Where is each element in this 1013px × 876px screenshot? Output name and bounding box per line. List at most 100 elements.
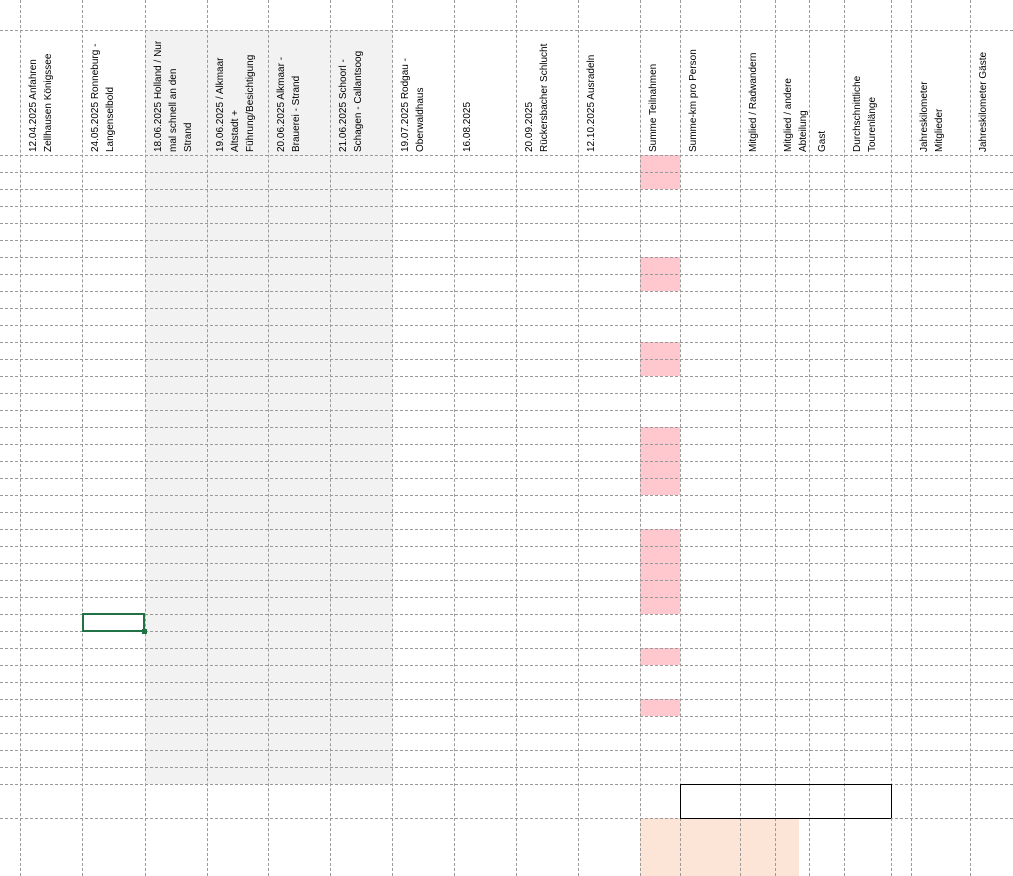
- mitglied-radwandern[interactable]: [674, 155, 734, 172]
- durchschnitt[interactable]: [809, 563, 891, 580]
- tour-1-value[interactable]: [47, 563, 67, 580]
- durchschnitt[interactable]: [809, 546, 891, 563]
- mitglied-radwandern[interactable]: [674, 716, 734, 733]
- mitglied-andere[interactable]: [738, 580, 773, 597]
- jahreskm-gaeste[interactable]: [970, 325, 1013, 342]
- jahreskm-gaeste[interactable]: [970, 257, 1013, 274]
- mitglied-radwandern[interactable]: [674, 308, 734, 325]
- jahreskm-mitglieder[interactable]: [911, 750, 970, 767]
- gast[interactable]: [775, 189, 809, 206]
- jahreskm-gaeste[interactable]: [970, 206, 1013, 223]
- mitglied-radwandern[interactable]: [674, 410, 734, 427]
- summe-teilnahmen[interactable]: [600, 580, 640, 597]
- mitglied-andere[interactable]: [738, 274, 773, 291]
- gast[interactable]: [775, 750, 809, 767]
- jahreskm-mitglieder[interactable]: [911, 733, 970, 750]
- mitglied-andere[interactable]: [738, 716, 773, 733]
- mitglied-radwandern[interactable]: [674, 614, 734, 631]
- summe-teilnahmen[interactable]: [600, 444, 640, 461]
- jahreskm-mitglieder[interactable]: [911, 631, 970, 648]
- tour-1-value[interactable]: [47, 342, 67, 359]
- mitglied-radwandern[interactable]: [674, 274, 734, 291]
- jahreskm-gaeste[interactable]: [970, 529, 1013, 546]
- durchschnitt[interactable]: [809, 529, 891, 546]
- durchschnitt[interactable]: [809, 495, 891, 512]
- summe-teilnahmen[interactable]: [600, 206, 640, 223]
- jahreskm-mitglieder[interactable]: [911, 257, 970, 274]
- mitglied-andere[interactable]: [738, 682, 773, 699]
- mitglied-radwandern[interactable]: [674, 733, 734, 750]
- jahreskm-mitglieder[interactable]: [911, 580, 970, 597]
- mitglied-andere[interactable]: [738, 597, 773, 614]
- tour-1-value[interactable]: [47, 189, 67, 206]
- durchschnitt[interactable]: [809, 665, 891, 682]
- mitglied-andere[interactable]: [738, 478, 773, 495]
- summe-teilnahmen[interactable]: [600, 223, 640, 240]
- jahreskm-mitglieder[interactable]: [911, 325, 970, 342]
- jahreskm-mitglieder[interactable]: [911, 665, 970, 682]
- jahreskm-mitglieder[interactable]: [911, 155, 970, 172]
- summe-teilnahmen[interactable]: [600, 427, 640, 444]
- gast[interactable]: [775, 648, 809, 665]
- mitglied-radwandern[interactable]: [674, 546, 734, 563]
- jahreskm-mitglieder[interactable]: [911, 359, 970, 376]
- summe-teilnahmen[interactable]: [600, 512, 640, 529]
- gast[interactable]: [775, 257, 809, 274]
- gast[interactable]: [775, 546, 809, 563]
- gast[interactable]: [775, 410, 809, 427]
- gast[interactable]: [775, 291, 809, 308]
- durchschnitt[interactable]: [809, 478, 891, 495]
- jahreskm-gaeste[interactable]: [970, 189, 1013, 206]
- jahreskm-gaeste[interactable]: [970, 597, 1013, 614]
- gast[interactable]: [775, 206, 809, 223]
- summe-teilnahmen[interactable]: [600, 546, 640, 563]
- durchschnitt[interactable]: [809, 631, 891, 648]
- jahreskm-gaeste[interactable]: [970, 427, 1013, 444]
- tour-1-value[interactable]: [47, 512, 67, 529]
- jahreskm-gaeste[interactable]: [970, 648, 1013, 665]
- durchschnitt[interactable]: [809, 682, 891, 699]
- mitglied-radwandern[interactable]: [674, 223, 734, 240]
- gast[interactable]: [775, 631, 809, 648]
- gast[interactable]: [775, 495, 809, 512]
- mitglied-radwandern[interactable]: [674, 767, 734, 784]
- mitglied-andere[interactable]: [738, 767, 773, 784]
- mitglied-andere[interactable]: [738, 410, 773, 427]
- mitglied-radwandern[interactable]: [674, 325, 734, 342]
- mitglied-andere[interactable]: [738, 291, 773, 308]
- mitglied-radwandern[interactable]: [674, 461, 734, 478]
- mitglied-andere[interactable]: [738, 308, 773, 325]
- tour-1-value[interactable]: [47, 359, 67, 376]
- mitglied-andere[interactable]: [738, 376, 773, 393]
- jahreskm-mitglieder[interactable]: [911, 376, 970, 393]
- summe-teilnahmen[interactable]: [600, 308, 640, 325]
- mitglied-andere[interactable]: [738, 648, 773, 665]
- mitglied-andere[interactable]: [738, 427, 773, 444]
- mitglied-radwandern[interactable]: [674, 342, 734, 359]
- durchschnitt[interactable]: [809, 393, 891, 410]
- mitglied-andere[interactable]: [738, 223, 773, 240]
- gast[interactable]: [775, 308, 809, 325]
- jahreskm-gaeste[interactable]: [970, 376, 1013, 393]
- tour-1-value[interactable]: [47, 393, 67, 410]
- summe-teilnahmen[interactable]: [600, 631, 640, 648]
- jahreskm-mitglieder[interactable]: [911, 478, 970, 495]
- jahreskm-mitglieder[interactable]: [911, 444, 970, 461]
- mitglied-radwandern[interactable]: [674, 206, 734, 223]
- durchschnitt[interactable]: [809, 614, 891, 631]
- jahreskm-gaeste[interactable]: [970, 291, 1013, 308]
- mitglied-radwandern[interactable]: [674, 563, 734, 580]
- durchschnitt[interactable]: [809, 274, 891, 291]
- jahreskm-mitglieder[interactable]: [911, 172, 970, 189]
- gast[interactable]: [775, 155, 809, 172]
- gast[interactable]: [775, 444, 809, 461]
- mitglied-radwandern[interactable]: [674, 257, 734, 274]
- summe-teilnahmen[interactable]: [600, 733, 640, 750]
- jahreskm-gaeste[interactable]: [970, 478, 1013, 495]
- tour-1-value[interactable]: [47, 631, 67, 648]
- mitglied-radwandern[interactable]: [674, 597, 734, 614]
- gast[interactable]: [775, 512, 809, 529]
- mitglied-radwandern[interactable]: [674, 648, 734, 665]
- durchschnitt[interactable]: [809, 580, 891, 597]
- mitglied-radwandern[interactable]: [674, 495, 734, 512]
